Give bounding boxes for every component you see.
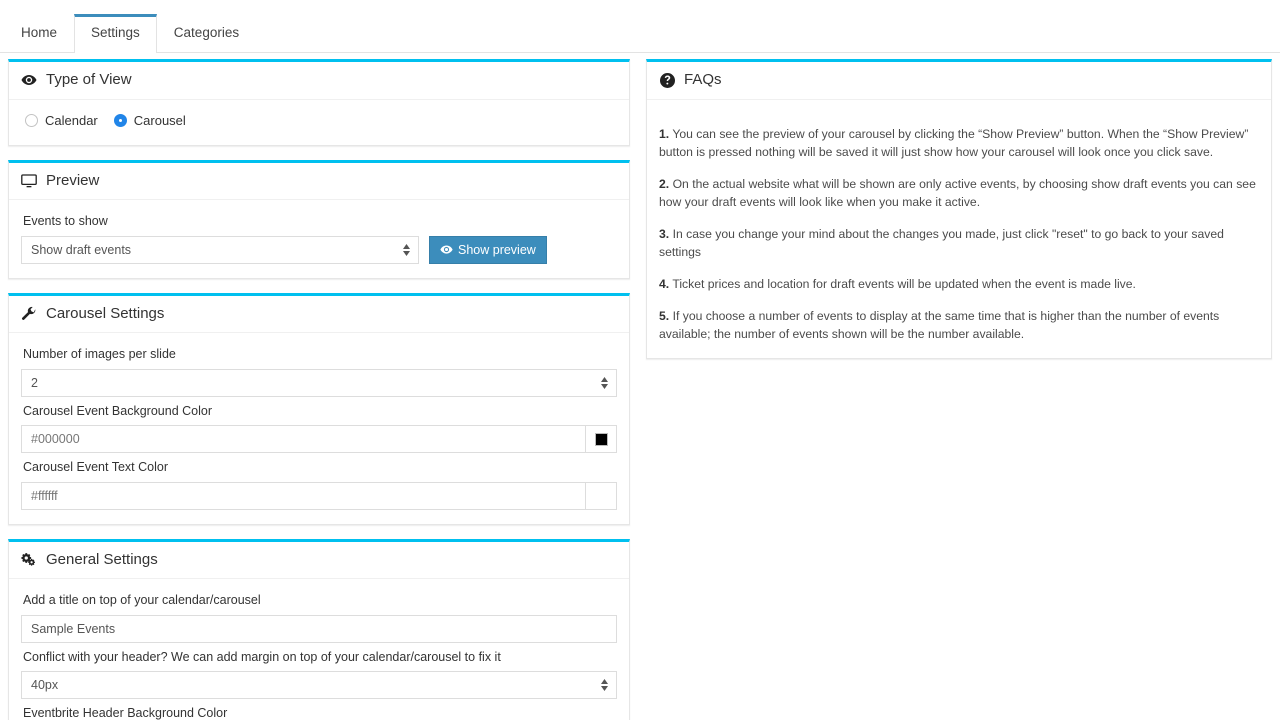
faq-number: 3. <box>659 226 670 241</box>
show-preview-button[interactable]: Show preview <box>429 235 547 264</box>
carousel-bg-color-value: #000000 <box>31 432 80 446</box>
events-to-show-label: Events to show <box>23 214 108 228</box>
panel-general-settings-header: General Settings <box>9 542 629 579</box>
carousel-text-color-label: Carousel Event Text Color <box>23 460 168 474</box>
images-per-slide-value: 2 <box>31 375 38 390</box>
panel-general-settings-title: General Settings <box>46 550 158 568</box>
panel-type-of-view-header: Type of View <box>9 62 629 100</box>
page-content: Type of View Calendar Carousel Preview E… <box>0 53 1280 720</box>
tab-categories-label: Categories <box>173 25 240 41</box>
settings-column: Type of View Calendar Carousel Preview E… <box>8 59 630 720</box>
carousel-bg-color-input[interactable]: #000000 <box>21 425 585 453</box>
faq-item: 3. In case you change your mind about th… <box>659 225 1259 262</box>
events-to-show-select-wrapper: Show draft events <box>21 235 419 264</box>
radio-carousel-label: Carousel <box>133 112 186 128</box>
radio-carousel-indicator[interactable] <box>113 113 127 127</box>
faqs-column: FAQs 1. You can see the preview of your … <box>646 59 1272 373</box>
faq-text: If you choose a number of events to disp… <box>659 308 1220 342</box>
faq-text: Ticket prices and location for draft eve… <box>672 276 1136 291</box>
header-bg-color-label: Eventbrite Header Background Color <box>23 706 228 720</box>
images-per-slide-select[interactable]: 2 <box>21 368 617 397</box>
tab-settings[interactable]: Settings <box>74 14 157 53</box>
faq-text: On the actual website what will be shown… <box>659 176 1256 210</box>
type-of-view-radio-group: Calendar Carousel <box>21 111 617 131</box>
radio-option-carousel[interactable]: Carousel <box>113 112 186 128</box>
eye-icon <box>21 72 37 88</box>
tab-settings-label: Settings <box>91 25 140 41</box>
faq-number: 4. <box>659 276 670 291</box>
main-tab-bar: Home Settings Categories <box>0 0 1280 53</box>
carousel-text-color-input[interactable]: #ffffff <box>21 481 585 510</box>
panel-general-settings: General Settings Add a title on top of y… <box>8 538 630 720</box>
panel-faqs-title: FAQs <box>684 71 722 88</box>
faq-item: 1. You can see the preview of your carou… <box>659 125 1259 162</box>
panel-faqs-header: FAQs <box>647 62 1271 100</box>
faq-item: 5. If you choose a number of events to d… <box>659 307 1259 344</box>
panel-preview-body: Events to show Show draft events Show pr… <box>9 200 629 278</box>
radio-calendar-indicator[interactable] <box>25 113 38 127</box>
images-per-slide-wrapper: 2 <box>21 368 617 397</box>
color-swatch-chip <box>594 489 608 502</box>
events-to-show-row: Show draft events Show preview <box>21 235 617 264</box>
desktop-icon <box>21 173 37 189</box>
radio-option-calendar[interactable]: Calendar <box>25 113 98 128</box>
chevron-updown-icon <box>403 243 410 256</box>
panel-preview: Preview Events to show Show draft events <box>8 159 630 279</box>
carousel-bg-color-swatch-button[interactable] <box>585 425 617 453</box>
calendar-title-label: Add a title on top of your calendar/caro… <box>23 593 261 607</box>
tab-categories[interactable]: Categories <box>157 14 256 53</box>
calendar-title-input[interactable]: Sample Events <box>21 614 617 643</box>
faq-number: 2. <box>659 176 670 191</box>
carousel-text-color-value: #ffffff <box>31 488 58 503</box>
color-swatch-chip <box>594 432 608 446</box>
panel-carousel-settings-body: Number of images per slide 2 Carousel Ev… <box>9 333 629 524</box>
panel-type-of-view-title: Type of View <box>46 71 132 88</box>
panel-faqs: FAQs 1. You can see the preview of your … <box>646 59 1272 359</box>
events-to-show-value: Show draft events <box>31 242 132 257</box>
tab-home[interactable]: Home <box>4 14 74 53</box>
panel-faqs-body: 1. You can see the preview of your carou… <box>647 100 1271 358</box>
question-circle-icon <box>659 72 675 88</box>
faq-text: You can see the preview of your carousel… <box>659 126 1249 160</box>
panel-type-of-view-body: Calendar Carousel <box>9 100 629 145</box>
panel-type-of-view: Type of View Calendar Carousel <box>8 59 630 146</box>
faq-item: 4. Ticket prices and location for draft … <box>659 275 1259 294</box>
panel-carousel-settings-title: Carousel Settings <box>46 304 165 322</box>
show-preview-button-label: Show preview <box>458 242 536 257</box>
margin-top-label: Conflict with your header? We can add ma… <box>23 649 501 664</box>
tab-home-label: Home <box>21 25 58 41</box>
faq-text: In case you change your mind about the c… <box>659 226 1224 260</box>
calendar-title-value: Sample Events <box>31 621 116 636</box>
panel-carousel-settings-header: Carousel Settings <box>9 296 629 333</box>
panel-carousel-settings: Carousel Settings Number of images per s… <box>8 292 630 525</box>
carousel-text-color-row: #ffffff <box>21 481 617 510</box>
panel-preview-title: Preview <box>46 171 100 189</box>
wrench-icon <box>21 306 37 322</box>
faq-number: 5. <box>659 308 670 323</box>
carousel-text-color-swatch-button[interactable] <box>585 481 617 510</box>
chevron-updown-icon <box>601 376 608 389</box>
margin-top-select[interactable]: 40px <box>21 671 617 699</box>
carousel-bg-color-row: #000000 <box>21 425 617 453</box>
margin-top-wrapper: 40px <box>21 671 617 699</box>
radio-calendar-label: Calendar <box>45 112 98 128</box>
events-to-show-select[interactable]: Show draft events <box>21 235 419 264</box>
panel-preview-header: Preview <box>9 163 629 200</box>
panel-general-settings-body: Add a title on top of your calendar/caro… <box>9 579 629 720</box>
faq-number: 1. <box>659 126 670 141</box>
images-per-slide-label: Number of images per slide <box>23 347 176 361</box>
margin-top-value: 40px <box>31 678 59 692</box>
chevron-updown-icon <box>601 679 608 691</box>
faq-item: 2. On the actual website what will be sh… <box>659 175 1259 212</box>
eye-icon <box>440 243 453 256</box>
cogs-icon <box>21 552 37 568</box>
carousel-bg-color-label: Carousel Event Background Color <box>23 403 212 418</box>
